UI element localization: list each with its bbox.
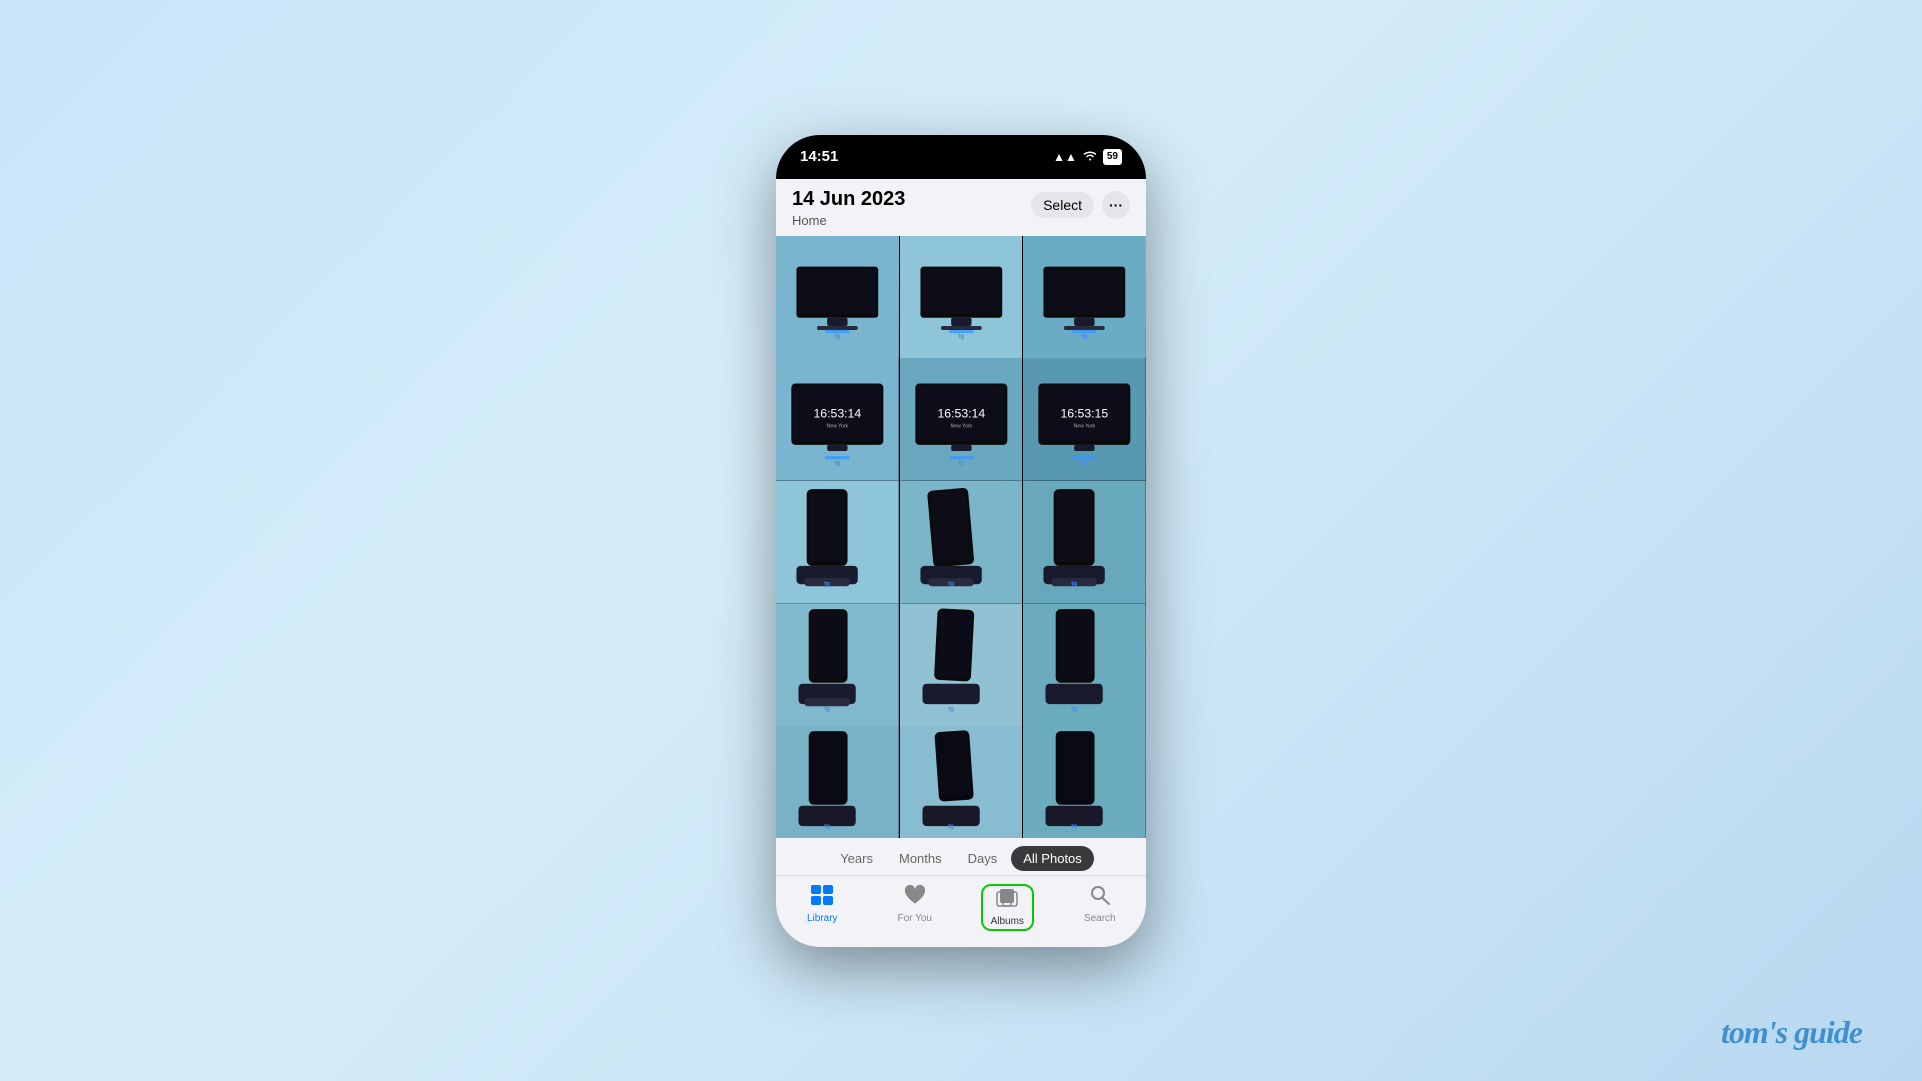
albums-highlight: Albums	[981, 884, 1034, 931]
photo-cell[interactable]: 16:53:14 New York tg	[776, 358, 899, 481]
photo-row: tg tg	[776, 604, 1146, 727]
select-button[interactable]: Select	[1031, 192, 1094, 218]
battery-indicator: 59	[1103, 149, 1122, 165]
svg-text:New York: New York	[950, 424, 972, 430]
header-date: 14 Jun 2023	[792, 187, 905, 211]
photo-cell[interactable]: tg	[1023, 481, 1146, 604]
photo-cell[interactable]: tg	[900, 604, 1023, 727]
watermark: tom's guide	[1721, 1014, 1862, 1051]
svg-text:tg: tg	[958, 333, 964, 340]
photo-thumbnail: tg	[1023, 236, 1146, 359]
svg-text:tg: tg	[948, 823, 954, 830]
photo-thumbnail: tg	[1023, 604, 1146, 727]
all-photos-button[interactable]: All Photos	[1011, 846, 1094, 871]
status-time: 14:51	[800, 148, 838, 165]
photo-cell[interactable]: tg	[900, 481, 1023, 604]
svg-text:New York: New York	[827, 424, 849, 430]
svg-text:tg: tg	[948, 580, 954, 587]
photo-thumbnail: tg	[776, 236, 899, 359]
months-button[interactable]: Months	[887, 846, 954, 871]
svg-text:tg: tg	[834, 333, 840, 340]
svg-text:tg: tg	[948, 705, 954, 712]
photo-cell[interactable]: 16:53:14 New York tg	[900, 358, 1023, 481]
photos-header: 14 Jun 2023 Home Select ···	[776, 179, 1146, 236]
search-icon	[1088, 884, 1112, 910]
for-you-icon	[903, 884, 927, 910]
svg-text:tg: tg	[824, 823, 830, 830]
photo-cell[interactable]: tg	[776, 236, 899, 359]
photo-row: tg tg	[776, 726, 1146, 837]
photo-thumbnail: tg	[776, 481, 899, 604]
phone-frame: 14:51 ▲▲ 59 14 Jun 2023 Home S	[776, 135, 1146, 947]
header-location: Home	[792, 213, 905, 228]
status-bar: 14:51 ▲▲ 59	[776, 135, 1146, 179]
photo-row: tg tg	[776, 236, 1146, 359]
days-button[interactable]: Days	[956, 846, 1010, 871]
svg-text:16:53:15: 16:53:15	[1061, 406, 1109, 420]
photo-cell[interactable]: tg	[1023, 726, 1146, 837]
search-label: Search	[1084, 913, 1116, 924]
svg-text:tg: tg	[824, 580, 830, 587]
photo-thumbnail: tg	[900, 236, 1023, 359]
albums-icon	[995, 888, 1019, 914]
svg-text:16:53:14: 16:53:14	[937, 406, 985, 420]
photo-thumbnail: tg	[900, 604, 1023, 727]
svg-text:tg: tg	[958, 459, 964, 466]
photo-cell[interactable]: tg	[1023, 236, 1146, 359]
tab-for-you[interactable]: For You	[869, 884, 962, 931]
watermark-text: tom's guide	[1721, 1014, 1862, 1050]
photo-thumbnail: tg	[1023, 726, 1146, 837]
photo-cell[interactable]: tg	[1023, 604, 1146, 727]
signal-icon: ▲▲	[1053, 150, 1077, 164]
tab-library[interactable]: Library	[776, 884, 869, 931]
wifi-icon	[1082, 149, 1098, 164]
photo-thumbnail: 16:53:14 New York tg	[900, 358, 1023, 481]
header-actions: Select ···	[1031, 191, 1130, 219]
photo-thumbnail: tg	[776, 604, 899, 727]
library-label: Library	[807, 913, 838, 924]
albums-label: Albums	[991, 916, 1024, 927]
svg-text:tg: tg	[1072, 705, 1078, 712]
photo-cell[interactable]: tg	[776, 726, 899, 837]
photo-grid[interactable]: tg tg	[776, 236, 1146, 838]
photo-thumbnail: tg	[776, 726, 899, 837]
photo-row: tg tg	[776, 481, 1146, 604]
header-left: 14 Jun 2023 Home	[792, 187, 905, 228]
photo-cell[interactable]: 16:53:15 New York tg	[1023, 358, 1146, 481]
photo-thumbnail: tg	[900, 481, 1023, 604]
svg-text:16:53:14: 16:53:14	[813, 406, 861, 420]
photo-thumbnail: 16:53:14 New York tg	[776, 358, 899, 481]
photo-thumbnail: tg	[1023, 481, 1146, 604]
tab-albums[interactable]: Albums	[961, 884, 1054, 931]
photo-cell[interactable]: tg	[776, 481, 899, 604]
years-button[interactable]: Years	[828, 846, 885, 871]
svg-text:tg: tg	[1082, 459, 1088, 466]
photo-cell[interactable]: tg	[900, 726, 1023, 837]
photo-cell[interactable]: tg	[900, 236, 1023, 359]
tab-search[interactable]: Search	[1054, 884, 1147, 931]
svg-text:tg: tg	[834, 459, 840, 466]
svg-text:New York: New York	[1074, 424, 1096, 430]
for-you-label: For You	[898, 913, 932, 924]
timeline-bar: Years Months Days All Photos	[776, 838, 1146, 875]
svg-text:tg: tg	[1072, 823, 1078, 830]
phone-inner: 14:51 ▲▲ 59 14 Jun 2023 Home S	[776, 135, 1146, 947]
photo-cell[interactable]: tg	[776, 604, 899, 727]
library-icon	[810, 884, 834, 910]
photo-thumbnail: tg	[900, 726, 1023, 837]
svg-text:tg: tg	[1082, 333, 1088, 340]
tab-bar: Library For You	[776, 875, 1146, 947]
photo-row: 16:53:14 New York tg	[776, 358, 1146, 481]
svg-text:tg: tg	[824, 705, 830, 712]
photo-thumbnail: 16:53:15 New York tg	[1023, 358, 1146, 481]
more-button[interactable]: ···	[1102, 191, 1130, 219]
status-icons: ▲▲ 59	[1053, 149, 1122, 165]
svg-text:tg: tg	[1072, 580, 1078, 587]
